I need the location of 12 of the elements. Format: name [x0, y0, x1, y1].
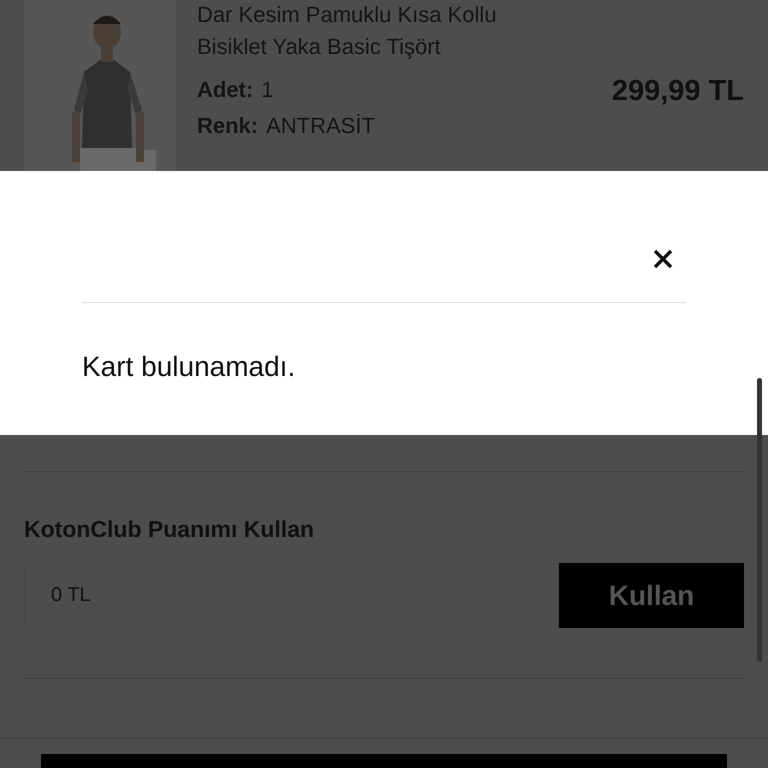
scrollbar[interactable] — [757, 378, 762, 662]
product-price: 299,99 TL — [612, 74, 744, 108]
quantity-value: 1 — [261, 77, 274, 103]
product-title: Dar Kesim Pamuklu Kısa Kollu Bisiklet Yaka Basic Tişört — [197, 1, 498, 61]
color-value: ANTRASİT — [266, 113, 375, 139]
section-title: KotonClub Puanımı Kullan — [24, 516, 316, 543]
color-label: Renk: — [197, 113, 258, 139]
use-button[interactable]: Kullan — [559, 563, 744, 628]
points-field[interactable]: 0 TL — [24, 563, 559, 628]
close-icon[interactable] — [652, 248, 674, 270]
quantity-label: Adet: — [197, 77, 254, 103]
modal-message: Kart bulunamadı. — [82, 351, 296, 383]
